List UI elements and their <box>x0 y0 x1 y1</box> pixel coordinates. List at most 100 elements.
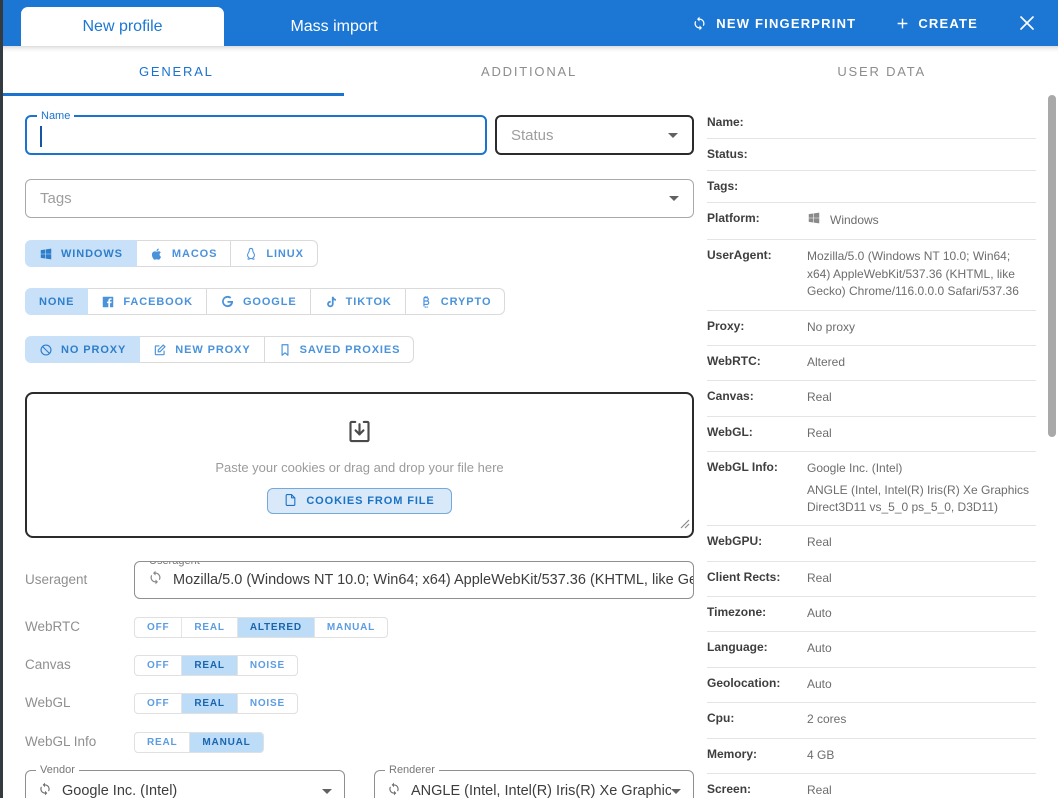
os-chip-linux[interactable]: LINUX <box>231 240 318 267</box>
chevron-down-icon <box>669 196 679 201</box>
webgl-info-option-real[interactable]: REAL <box>135 733 189 752</box>
webgl-option-noise[interactable]: NOISE <box>236 694 297 713</box>
proxy-chip-no-proxy[interactable]: NO PROXY <box>25 336 141 363</box>
tab-general-label: GENERAL <box>138 63 214 79</box>
tags-placeholder: Tags <box>40 190 72 207</box>
preset-chip-crypto-label: CRYPTO <box>440 295 492 308</box>
name-field[interactable]: Name <box>25 110 487 155</box>
canvas-row-label: Canvas <box>25 657 71 672</box>
preset-chip-google[interactable]: GOOGLE <box>206 288 311 315</box>
refresh-renderer-icon[interactable] <box>387 782 401 798</box>
sync-icon <box>692 16 707 31</box>
webrtc-row-label: WebRTC <box>25 619 81 634</box>
status-select[interactable]: Status <box>495 115 694 155</box>
preset-chip-facebook-label: FACEBOOK <box>123 295 193 308</box>
preset-chip-tiktok-label: TIKTOK <box>345 295 392 308</box>
preset-chip-none-label: NONE <box>39 295 75 308</box>
resize-grip-icon[interactable] <box>680 516 690 534</box>
webgl-option-off[interactable]: OFF <box>135 694 181 713</box>
tab-general[interactable]: GENERAL <box>0 46 353 96</box>
webgl-info-row-label: WebGL Info <box>25 734 97 749</box>
renderer-select[interactable]: Renderer ANGLE (Intel, Intel(R) Iris(R) … <box>374 764 694 798</box>
linux-icon <box>244 247 258 261</box>
summary-row-canvas: Canvas: Real <box>707 381 1036 417</box>
chevron-down-icon <box>668 132 678 138</box>
useragent-value: Mozilla/5.0 (Windows NT 10.0; Win64; x64… <box>173 572 693 588</box>
cookies-dropzone[interactable]: Paste your cookies or drag and drop your… <box>25 392 694 538</box>
edit-icon <box>153 343 167 357</box>
cookies-from-file-label: COOKIES FROM FILE <box>306 495 435 507</box>
os-chip-windows[interactable]: WINDOWS <box>25 240 137 267</box>
os-chip-linux-label: LINUX <box>266 247 304 260</box>
useragent-field-label: Useragent <box>145 562 204 567</box>
tab-additional[interactable]: ADDITIONAL <box>353 46 706 96</box>
create-button[interactable]: CREATE <box>896 16 978 31</box>
summary-row-client-rects: Client Rects: Real <box>707 562 1036 598</box>
proxy-chip-group: NO PROXY NEW PROXY SAVED PROXIES <box>25 336 415 363</box>
bitcoin-icon <box>419 295 433 309</box>
new-fingerprint-button[interactable]: NEW FINGERPRINT <box>692 16 856 31</box>
webrtc-toggle: OFF REAL ALTERED MANUAL <box>134 617 389 638</box>
windows-icon <box>39 247 53 261</box>
summary-row-memory: Memory: 4 GB <box>707 739 1036 775</box>
plus-icon <box>896 17 909 30</box>
tab-user-data[interactable]: USER DATA <box>705 46 1058 96</box>
renderer-select-label: Renderer <box>385 764 439 776</box>
canvas-option-real[interactable]: REAL <box>181 656 237 675</box>
webrtc-option-manual[interactable]: MANUAL <box>313 618 387 637</box>
proxy-chip-new-proxy-label: NEW PROXY <box>175 343 251 356</box>
summary-row-timezone: Timezone: Auto <box>707 597 1036 633</box>
modal-header: New profile Mass import NEW FINGERPRINT … <box>0 0 1058 46</box>
summary-row-webrtc: WebRTC: Altered <box>707 346 1036 382</box>
tiktok-icon <box>324 295 338 309</box>
refresh-useragent-icon[interactable] <box>148 570 163 590</box>
refresh-vendor-icon[interactable] <box>38 782 52 798</box>
webrtc-option-off[interactable]: OFF <box>135 618 181 637</box>
modal-content: Name Status Tags WINDOWS MACOS LINUX NON… <box>0 96 1058 798</box>
webrtc-option-real[interactable]: REAL <box>181 618 236 637</box>
os-chip-macos[interactable]: MACOS <box>136 240 232 267</box>
vendor-select-label: Vendor <box>36 764 79 776</box>
preset-chip-facebook[interactable]: FACEBOOK <box>88 288 207 315</box>
preset-chip-tiktok[interactable]: TIKTOK <box>310 288 406 315</box>
canvas-option-off[interactable]: OFF <box>135 656 181 675</box>
proxy-chip-no-proxy-label: NO PROXY <box>61 343 127 356</box>
webgl-row-label: WebGL <box>25 695 71 710</box>
webgl-info-toggle: REAL MANUAL <box>134 732 264 753</box>
google-icon <box>220 294 235 309</box>
preset-chip-google-label: GOOGLE <box>242 295 297 308</box>
summary-row-screen: Screen: Real <box>707 774 1036 798</box>
close-icon[interactable] <box>1018 14 1036 32</box>
webrtc-option-altered[interactable]: ALTERED <box>236 618 314 637</box>
proxy-chip-saved-proxies[interactable]: SAVED PROXIES <box>264 336 415 363</box>
summary-row-webgl: WebGL: Real <box>707 417 1036 453</box>
webgl-info-option-manual[interactable]: MANUAL <box>189 733 263 752</box>
text-caret <box>40 126 42 147</box>
bookmark-icon <box>278 343 292 357</box>
summary-row-name: Name: <box>707 107 1036 139</box>
tab-mass-import-label: Mass import <box>290 17 378 35</box>
summary-row-webgpu: WebGPU: Real <box>707 526 1036 562</box>
canvas-option-noise[interactable]: NOISE <box>236 656 297 675</box>
tab-user-data-label: USER DATA <box>837 63 927 79</box>
cookies-from-file-button[interactable]: COOKIES FROM FILE <box>267 488 452 514</box>
proxy-chip-new-proxy[interactable]: NEW PROXY <box>140 336 265 363</box>
tab-new-profile[interactable]: New profile <box>21 7 224 46</box>
tags-select[interactable]: Tags <box>25 179 694 218</box>
scrollbar-track[interactable] <box>1047 95 1058 798</box>
os-chip-windows-label: WINDOWS <box>61 247 123 260</box>
webgl-option-real[interactable]: REAL <box>181 694 237 713</box>
summary-row-language: Language: Auto <box>707 632 1036 668</box>
scrollbar-thumb[interactable] <box>1048 95 1056 437</box>
proxy-chip-saved-proxies-label: SAVED PROXIES <box>299 343 401 356</box>
window-edge <box>0 0 3 798</box>
tab-mass-import[interactable]: Mass import <box>224 7 444 46</box>
renderer-value: ANGLE (Intel, Intel(R) Iris(R) Xe Graphi… <box>411 783 671 798</box>
useragent-field[interactable]: Useragent Mozilla/5.0 (Windows NT 10.0; … <box>134 561 694 599</box>
preset-chip-none[interactable]: NONE <box>25 288 89 315</box>
preset-chip-crypto[interactable]: CRYPTO <box>405 288 506 315</box>
chevron-down-icon <box>322 788 332 794</box>
ban-icon <box>39 343 53 357</box>
create-label: CREATE <box>918 15 978 31</box>
vendor-select[interactable]: Vendor Google Inc. (Intel) <box>25 764 345 798</box>
